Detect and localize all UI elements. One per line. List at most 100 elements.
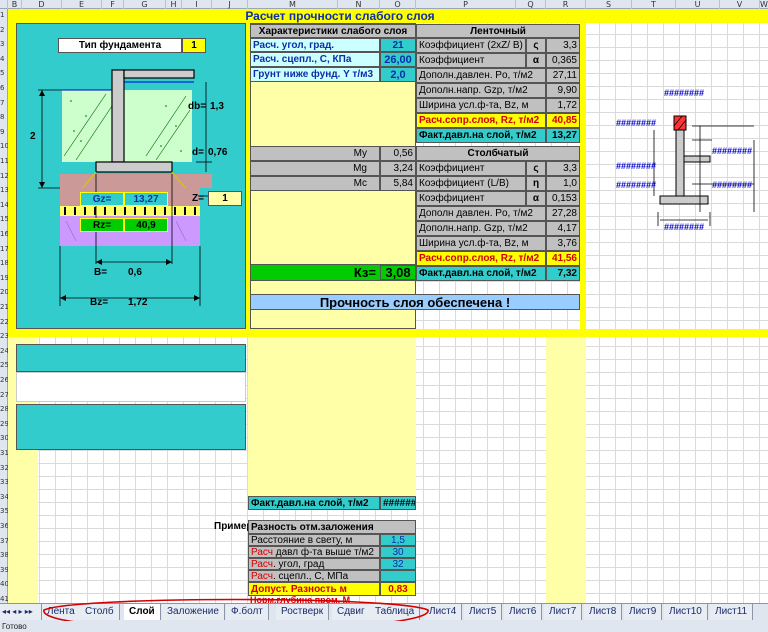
row-number[interactable]: 38 [0,551,9,559]
row-number[interactable]: 12 [0,172,9,180]
coef-mc-value: 5,84 [380,176,416,191]
row-number[interactable]: 39 [0,566,9,574]
row-number[interactable]: 19 [0,274,9,282]
column-row-label: Дополн давлен. Po, т/м2 [416,206,546,221]
hash-value: ######## [712,180,753,190]
column-header[interactable]: F [102,0,124,9]
row-number[interactable]: 15 [0,215,9,223]
row-number[interactable]: 3 [0,40,8,48]
b-value: 0,6 [128,267,142,278]
hash-value: ######## [616,118,657,128]
row-number[interactable]: 36 [0,522,9,530]
gz-label: Gz= [80,192,124,206]
column-header[interactable]: M [248,0,338,9]
row-number[interactable]: 4 [0,55,8,63]
row-number[interactable]: 5 [0,69,8,77]
depth-dim-label: 2 [30,131,36,142]
column-header[interactable]: O [380,0,416,9]
row-number[interactable]: 14 [0,201,9,209]
clear-distance-input[interactable]: 1,5 [380,534,416,546]
select-all-corner[interactable] [0,0,8,9]
row-number[interactable]: 26 [0,376,9,384]
strip-row-sym: ς [526,38,546,53]
weak-layer-row-label: Грунт ниже фунд. Y т/м3 [250,67,380,82]
row-number[interactable]: 32 [0,464,9,472]
row-number[interactable]: 7 [0,99,8,107]
status-bar: Готово [0,621,768,632]
row-number[interactable]: 28 [0,405,9,413]
sheet-tab[interactable]: Лист5 [464,604,503,620]
strip-fact-value: 13,27 [546,128,580,143]
row-number[interactable]: 21 [0,303,9,311]
lower-white-block [16,372,246,402]
column-header[interactable]: J [212,0,248,9]
column-header[interactable]: R [546,0,586,9]
frame-right [580,23,586,329]
row-number[interactable]: 20 [0,288,9,296]
sheet-tab[interactable]: Лист11 [710,604,754,620]
column-header[interactable]: H [166,0,182,9]
row-number[interactable]: 1 [0,11,8,19]
row-number[interactable]: 40 [0,580,9,588]
hash-value: ######## [712,146,753,156]
row-number[interactable]: 31 [0,449,9,457]
row-number[interactable]: 17 [0,245,9,253]
row-number[interactable]: 2 [0,26,8,34]
row-number[interactable]: 6 [0,84,8,92]
weak-layer-cohesion-input[interactable]: 26,00 [380,52,416,67]
foundation-type-input[interactable]: 1 [182,38,206,53]
column-header[interactable]: I [182,0,212,9]
row-number[interactable]: 27 [0,391,9,399]
angle-input[interactable]: 32 [380,558,416,570]
column-header[interactable]: E [62,0,102,9]
column-header[interactable]: P [416,0,516,9]
row-number[interactable]: 22 [0,318,9,326]
column-header[interactable]: W [760,0,768,9]
row-number[interactable]: 8 [0,113,8,121]
diff-row-label: Расч давл ф-та выше т/м2 [248,546,380,558]
row-number[interactable]: 24 [0,347,9,355]
row-number[interactable]: 10 [0,142,9,150]
row-number[interactable]: 37 [0,537,9,545]
column-header[interactable]: V [720,0,760,9]
strip-row-sym: α [526,53,546,68]
column-header[interactable]: Q [516,0,546,9]
column-header[interactable]: S [586,0,632,9]
z-label: Z= [192,193,204,204]
row-number[interactable]: 34 [0,493,9,501]
lower-cyan-block [16,344,246,372]
weak-layer-unit-weight-input[interactable]: 2,0 [380,67,416,82]
weak-layer-angle-input[interactable]: 21 [380,38,416,52]
column-header[interactable]: T [632,0,676,9]
sheet-tab[interactable]: Лист10 [664,604,708,620]
sheet-tab[interactable]: Лист8 [584,604,623,620]
strip-row-value: 1,72 [546,98,580,113]
column-header[interactable]: N [338,0,380,9]
column-header[interactable]: D [22,0,62,9]
row-number[interactable]: 41 [0,595,9,603]
lower-fact-value: ###### [380,496,416,510]
row-number[interactable]: 16 [0,230,9,238]
column-row-value: 4,17 [546,221,580,236]
pressure-input[interactable]: 30 [380,546,416,558]
row-number[interactable]: 29 [0,420,9,428]
column-header[interactable]: G [124,0,166,9]
row-number[interactable]: 33 [0,478,9,486]
column-header[interactable]: U [676,0,720,9]
row-number[interactable]: 35 [0,507,9,515]
row-number[interactable]: 18 [0,259,9,267]
z-input[interactable]: 1 [208,191,242,206]
column-header[interactable]: B [8,0,22,9]
row-number[interactable]: 30 [0,434,9,442]
diff-row-label-text: Расстояние в свету, м [251,535,353,546]
row-number[interactable]: 13 [0,186,9,194]
cohesion-input[interactable] [380,570,416,582]
row-number[interactable]: 9 [0,128,8,136]
row-number[interactable]: 11 [0,157,9,165]
row-number[interactable]: 23 [0,332,9,340]
sheet-tab[interactable]: Лист7 [544,604,583,620]
row-number[interactable]: 25 [0,361,9,369]
strip-row-value: 0,365 [546,53,580,68]
sheet-tab[interactable]: Лист9 [624,604,663,620]
sheet-tab[interactable]: Лист6 [504,604,543,620]
